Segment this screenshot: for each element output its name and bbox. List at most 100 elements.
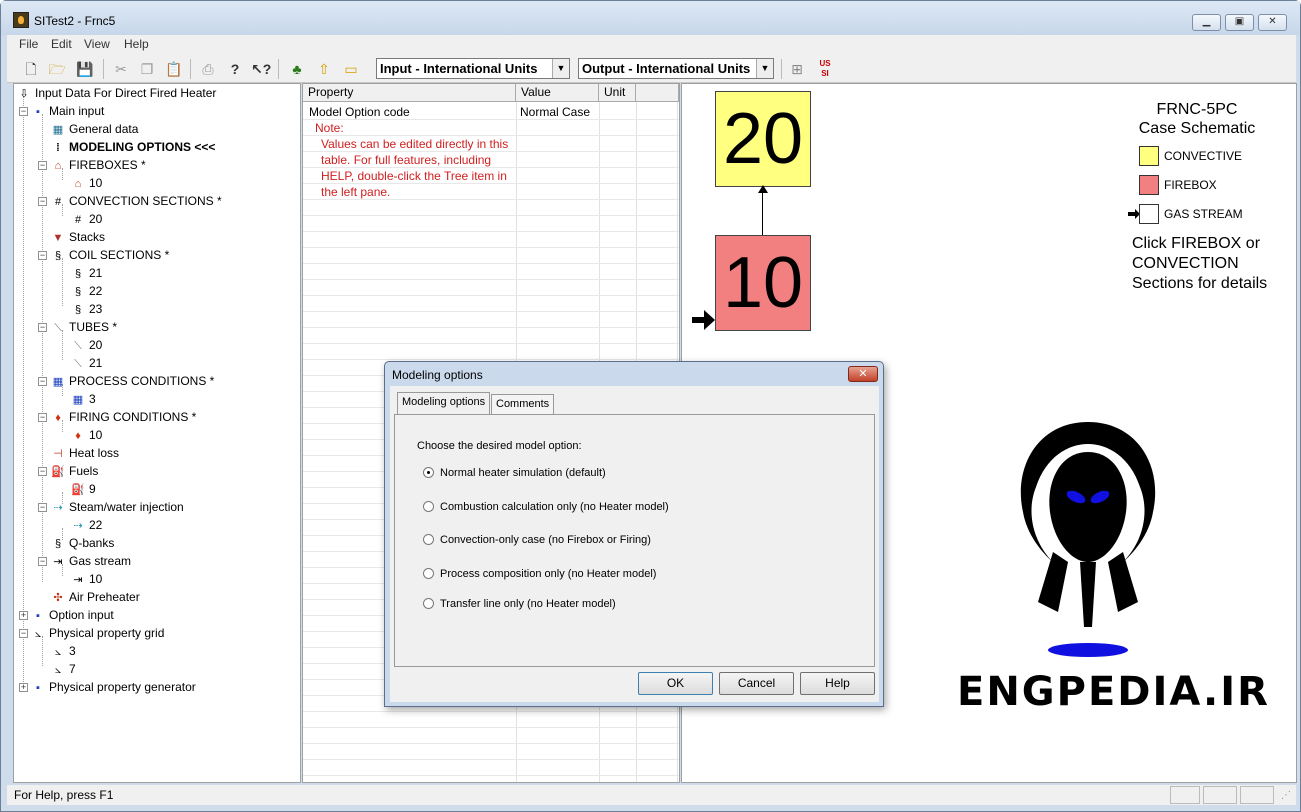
resize-grip-icon[interactable]: ⋰ — [1281, 790, 1291, 801]
cancel-button[interactable]: Cancel — [719, 672, 794, 695]
tree-item-firing-10[interactable]: ♦ 10 — [70, 426, 102, 444]
input-units-select[interactable]: Input - International Units ▼ — [376, 58, 570, 79]
tree-item-grid-7[interactable]: ⦣ 7 — [50, 660, 76, 678]
tree-item-convection[interactable]: # CONVECTION SECTIONS * — [50, 192, 222, 210]
menu-view[interactable]: View — [84, 37, 110, 51]
tree-item-phys-grid[interactable]: ⦣ Physical property grid — [30, 624, 165, 642]
tab-comments[interactable]: Comments — [491, 394, 555, 414]
tree-item-heat-loss[interactable]: ⊣ Heat loss — [50, 444, 119, 462]
radio-transfer-line[interactable]: Transfer line only (no Heater model) — [423, 598, 616, 611]
chevron-down-icon[interactable]: ▼ — [552, 59, 569, 78]
input-units-label: Input - International Units — [380, 61, 538, 76]
tree-item-fireboxes[interactable]: ⌂ FIREBOXES * — [50, 156, 146, 174]
column-header-unit[interactable]: Unit — [599, 84, 636, 102]
expand-icon[interactable]: + — [19, 683, 28, 692]
tree-item-gas-stream[interactable]: ⇥ Gas stream — [50, 552, 131, 570]
tree-item-tubes[interactable]: ⟍ TUBES * — [50, 318, 117, 336]
tree-item-process-3[interactable]: ▦ 3 — [70, 390, 96, 408]
tree-item-coil-22[interactable]: § 22 — [70, 282, 102, 300]
minimize-button[interactable]: ▁ — [1192, 14, 1221, 31]
tree-item-fuel-9[interactable]: ⛽ 9 — [70, 480, 96, 498]
tree-view-icon[interactable]: ⊞ — [787, 59, 807, 79]
copy-icon[interactable]: ❐ — [137, 59, 157, 79]
tree-item-q-banks[interactable]: § Q-banks — [50, 534, 114, 552]
column-header-property[interactable]: Property — [303, 84, 516, 102]
radio-icon[interactable] — [423, 534, 434, 545]
up-arrow-icon[interactable]: ⇧ — [314, 59, 334, 79]
help-button[interactable]: Help — [800, 672, 875, 695]
cell-property[interactable]: Model Option code — [309, 104, 410, 120]
tree-item-steam-water[interactable]: ⇢ Steam/water injection — [50, 498, 183, 516]
tree-item-modeling-options[interactable]: ⁞ MODELING OPTIONS <<< — [50, 138, 215, 156]
collapse-icon[interactable]: − — [38, 557, 47, 566]
tree-item-stacks[interactable]: ▼ Stacks — [50, 228, 105, 246]
help-icon[interactable]: ? — [225, 59, 245, 79]
tree-item-coil-21[interactable]: § 21 — [70, 264, 102, 282]
tree-item-grid-3[interactable]: ⦣ 3 — [50, 642, 76, 660]
tree-item-coil-23[interactable]: § 23 — [70, 300, 102, 318]
tree-item-firing-conditions[interactable]: ♦ FIRING CONDITIONS * — [50, 408, 196, 426]
paste-icon[interactable]: 📋 — [164, 59, 184, 79]
collapse-icon[interactable]: − — [38, 251, 47, 260]
tree-item-firebox-10[interactable]: ⌂ 10 — [70, 174, 103, 192]
new-icon[interactable]: 🗋 — [21, 59, 41, 79]
menu-help[interactable]: Help — [124, 37, 149, 51]
menu-edit[interactable]: Edit — [51, 37, 72, 51]
tree-item-phys-generator[interactable]: ▪ Physical property generator — [30, 678, 196, 696]
collapse-icon[interactable]: − — [38, 197, 47, 206]
us-si-units-icon[interactable]: US SI — [815, 59, 835, 79]
tree-item-main-input[interactable]: ▪ Main input — [30, 102, 104, 120]
tree-item-general-data[interactable]: ▦ General data — [50, 120, 139, 138]
chevron-down-icon[interactable]: ▼ — [756, 59, 773, 78]
collapse-icon[interactable]: − — [38, 503, 47, 512]
tree-item-tube-20[interactable]: ⟍ 20 — [70, 336, 102, 354]
flame-icon: ♦ — [55, 412, 61, 424]
cell-value[interactable]: Normal Case — [520, 104, 590, 120]
save-icon[interactable]: 💾 — [75, 59, 95, 79]
collapse-icon[interactable]: − — [38, 377, 47, 386]
tree-icon[interactable]: ♣ — [287, 59, 307, 79]
folder-icon[interactable]: ▭ — [341, 59, 361, 79]
collapse-icon[interactable]: − — [19, 629, 28, 638]
tree-item-steam-22[interactable]: ⇢ 22 — [70, 516, 102, 534]
radio-icon[interactable] — [423, 568, 434, 579]
tree-item-convection-20[interactable]: #20 — [70, 210, 102, 228]
radio-normal-heater[interactable]: Normal heater simulation (default) — [423, 467, 606, 480]
dialog-close-button[interactable]: ✕ — [848, 366, 878, 382]
context-help-icon[interactable]: ↖? — [251, 59, 271, 79]
radio-icon[interactable] — [423, 598, 434, 609]
collapse-icon[interactable]: − — [38, 323, 47, 332]
tree-root[interactable]: ⇩ Input Data For Direct Fired Heater — [16, 84, 216, 102]
radio-convection-only[interactable]: Convection-only case (no Firebox or Firi… — [423, 534, 651, 547]
tree-item-fuels[interactable]: ⛽ Fuels — [50, 462, 98, 480]
collapse-icon[interactable]: − — [38, 161, 47, 170]
cut-icon[interactable]: ✂ — [111, 59, 131, 79]
menu-file[interactable]: File — [19, 37, 38, 51]
radio-icon[interactable] — [423, 467, 434, 478]
tree-item-tube-21[interactable]: ⟍ 21 — [70, 354, 102, 372]
output-units-select[interactable]: Output - International Units ▼ — [578, 58, 774, 79]
tree-item-gas-10[interactable]: ⇥ 10 — [70, 570, 102, 588]
tab-modeling-options[interactable]: Modeling options — [397, 392, 491, 414]
tree-label: 9 — [89, 482, 96, 496]
radio-icon[interactable] — [423, 501, 434, 512]
tree-item-coil-sections[interactable]: § COIL SECTIONS * — [50, 246, 169, 264]
radio-combustion-only[interactable]: Combustion calculation only (no Heater m… — [423, 501, 669, 514]
open-icon[interactable]: 🗁 — [47, 59, 67, 79]
tree-item-air-preheater[interactable]: ✣ Air Preheater — [50, 588, 139, 606]
collapse-icon[interactable]: − — [38, 413, 47, 422]
tree-item-process-conditions[interactable]: ▦ PROCESS CONDITIONS * — [50, 372, 215, 390]
tree-item-option-input[interactable]: ▪ Option input — [30, 606, 114, 624]
collapse-icon[interactable]: − — [19, 107, 28, 116]
collapse-icon[interactable]: − — [38, 467, 47, 476]
print-icon[interactable]: ⎙ — [198, 59, 218, 79]
radio-process-composition[interactable]: Process composition only (no Heater mode… — [423, 568, 656, 581]
maximize-button[interactable]: ▣ — [1225, 14, 1254, 31]
close-window-button[interactable]: ✕ — [1258, 14, 1287, 31]
convection-section-box[interactable]: 20 — [715, 91, 811, 187]
column-header-value[interactable]: Value — [516, 84, 599, 102]
expand-icon[interactable]: + — [19, 611, 28, 620]
firebox-box[interactable]: 10 — [715, 235, 811, 331]
input-tree[interactable]: ⇩ Input Data For Direct Fired Heater − ▪ M… — [13, 83, 301, 783]
ok-button[interactable]: OK — [638, 672, 713, 695]
